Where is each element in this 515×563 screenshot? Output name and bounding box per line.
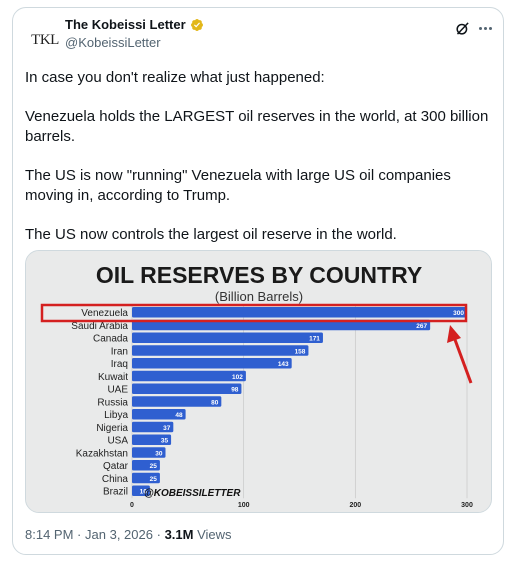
views-count: 3.1M bbox=[164, 527, 194, 542]
category-label: Russia bbox=[97, 397, 128, 408]
tweet-meta: 8:14 PM · Jan 3, 2026 · 3.1M Views bbox=[25, 527, 232, 542]
bar-value-label: 48 bbox=[175, 412, 183, 419]
bar bbox=[132, 358, 292, 369]
bar-value-label: 80 bbox=[211, 399, 219, 406]
more-icon[interactable] bbox=[475, 18, 495, 38]
bar-value-label: 143 bbox=[278, 361, 289, 368]
chart-title: OIL RESERVES BY COUNTRY bbox=[96, 262, 422, 288]
category-label: Venezuela bbox=[81, 308, 128, 319]
tweet-paragraph: In case you don't realize what just happ… bbox=[25, 69, 325, 86]
category-label: Saudi Arabia bbox=[71, 321, 128, 332]
chart-subtitle: (Billion Barrels) bbox=[215, 289, 303, 304]
bar-value-label: 30 bbox=[155, 450, 163, 457]
x-tick-label: 300 bbox=[461, 502, 473, 509]
tweet-paragraph: The US is now "running" Venezuela with l… bbox=[25, 167, 451, 204]
bar-value-label: 25 bbox=[150, 463, 158, 470]
category-label: Nigeria bbox=[96, 423, 128, 434]
bar bbox=[132, 370, 246, 382]
category-label: Iran bbox=[111, 346, 128, 357]
category-label: Brazil bbox=[103, 487, 128, 498]
bar-value-label: 25 bbox=[150, 476, 158, 483]
category-label: Iraq bbox=[111, 359, 128, 370]
category-label: USA bbox=[107, 436, 128, 447]
tweet-paragraph: The US now controls the largest oil rese… bbox=[25, 226, 397, 243]
x-tick-label: 0 bbox=[130, 502, 134, 509]
bar bbox=[132, 396, 222, 407]
category-label: China bbox=[102, 474, 129, 485]
category-label: Kazakhstan bbox=[76, 448, 128, 459]
bar bbox=[132, 383, 242, 394]
grok-icon[interactable] bbox=[455, 21, 470, 36]
views-label: Views bbox=[197, 527, 232, 542]
bar-value-label: 300 bbox=[453, 310, 464, 317]
category-label: Libya bbox=[104, 410, 128, 421]
tweet-media[interactable]: OIL RESERVES BY COUNTRY (Billion Barrels… bbox=[25, 250, 492, 513]
author-name[interactable]: The Kobeissi Letter bbox=[65, 17, 186, 32]
category-label: Canada bbox=[93, 334, 128, 345]
verified-badge-icon bbox=[190, 18, 203, 31]
tweet-card[interactable]: TKL The Kobeissi Letter @KobeissiLetter … bbox=[12, 7, 504, 555]
bar-value-label: 267 bbox=[416, 323, 427, 330]
bar-value-label: 102 bbox=[232, 374, 243, 381]
tweet-time[interactable]: 8:14 PM bbox=[25, 527, 73, 542]
bar-value-label: 171 bbox=[309, 336, 320, 343]
chart-watermark: @KOBEISSILETTER bbox=[144, 488, 241, 499]
category-label: Qatar bbox=[103, 461, 129, 472]
bar-value-label: 158 bbox=[295, 348, 306, 355]
category-label: UAE bbox=[107, 385, 128, 396]
bar-value-label: 35 bbox=[161, 438, 169, 445]
x-tick-label: 200 bbox=[349, 502, 361, 509]
category-label: Kuwait bbox=[98, 372, 128, 383]
bar-value-label: 37 bbox=[163, 425, 171, 432]
meta-separator: · bbox=[77, 527, 82, 542]
x-tick-label: 100 bbox=[238, 502, 250, 509]
bar bbox=[132, 345, 309, 356]
author-handle[interactable]: @KobeissiLetter bbox=[65, 35, 161, 50]
bar-value-label: 98 bbox=[231, 387, 239, 394]
tweet-paragraph: Venezuela holds the LARGEST oil reserves… bbox=[25, 108, 489, 145]
avatar[interactable]: TKL bbox=[25, 20, 65, 60]
bar bbox=[132, 307, 467, 318]
tweet-text: In case you don't realize what just happ… bbox=[25, 68, 495, 264]
meta-separator: · bbox=[156, 527, 161, 542]
tweet-date[interactable]: Jan 3, 2026 bbox=[85, 527, 153, 542]
bar bbox=[132, 332, 323, 343]
author-name-row: The Kobeissi Letter bbox=[65, 17, 204, 32]
oil-reserves-chart: OIL RESERVES BY COUNTRY (Billion Barrels… bbox=[26, 251, 491, 512]
